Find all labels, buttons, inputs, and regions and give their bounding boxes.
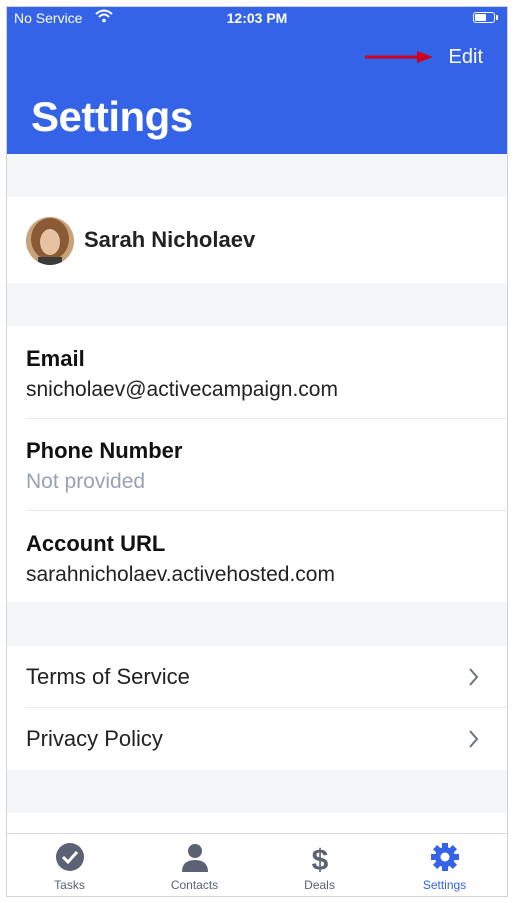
- tab-deals[interactable]: $ Deals: [257, 834, 382, 896]
- section-spacer: [7, 154, 507, 197]
- section-spacer: [7, 602, 507, 646]
- page-title: Settings: [31, 93, 193, 140]
- tab-bar: Tasks Contacts $ Deals Settings: [7, 833, 507, 896]
- terms-of-service-label: Terms of Service: [26, 664, 190, 689]
- divider: [26, 418, 507, 419]
- section-spacer: [7, 770, 507, 813]
- email-label: Email: [26, 346, 85, 371]
- tab-tasks[interactable]: Tasks: [7, 834, 132, 896]
- status-bar: No Service 12:03 PM: [7, 7, 507, 31]
- tab-contacts[interactable]: Contacts: [132, 834, 257, 896]
- dollar-icon: $: [311, 844, 328, 874]
- terms-of-service-row[interactable]: Terms of Service: [7, 646, 507, 707]
- tab-settings-label: Settings: [422, 878, 467, 892]
- phone-label: Phone Number: [26, 438, 183, 463]
- privacy-policy-label: Privacy Policy: [26, 726, 163, 751]
- tab-contacts-label: Contacts: [170, 878, 219, 892]
- tab-deals-label: Deals: [304, 878, 335, 892]
- links-card: Terms of Service Privacy Policy: [7, 646, 507, 770]
- profile-row[interactable]: Sarah Nicholaev: [7, 197, 507, 283]
- section-spacer: [7, 283, 507, 326]
- phone-item: Phone Number Not provided: [26, 438, 507, 494]
- email-item: Email snicholaev@activecampaign.com: [26, 346, 507, 402]
- check-circle-icon: [55, 843, 84, 871]
- divider: [26, 510, 507, 511]
- status-time: 12:03 PM: [226, 10, 288, 26]
- privacy-policy-row[interactable]: Privacy Policy: [7, 708, 507, 769]
- edit-button[interactable]: Edit: [449, 46, 483, 69]
- battery-icon: [473, 12, 498, 23]
- account-info-card: Email snicholaev@activecampaign.com Phon…: [7, 326, 507, 602]
- svg-text:$: $: [311, 844, 328, 874]
- annotation-arrow-icon: [365, 51, 433, 63]
- chevron-right-icon: [469, 668, 479, 686]
- tab-tasks-label: Tasks: [54, 878, 85, 892]
- person-icon: [181, 844, 208, 872]
- header-bar: No Service 12:03 PM Edit Settings: [7, 7, 507, 154]
- chevron-right-icon: [469, 730, 479, 748]
- account-url-value: sarahnicholaev.activehosted.com: [26, 563, 335, 586]
- avatar: [26, 217, 74, 265]
- account-url-label: Account URL: [26, 531, 166, 556]
- gear-icon: [430, 843, 459, 871]
- profile-name: Sarah Nicholaev: [84, 227, 256, 252]
- email-value: snicholaev@activecampaign.com: [26, 378, 338, 401]
- phone-screen: No Service 12:03 PM Edit Settings Sarah …: [6, 6, 508, 897]
- account-url-item: Account URL sarahnicholaev.activehosted.…: [26, 531, 507, 587]
- phone-value: Not provided: [26, 470, 146, 493]
- tab-settings[interactable]: Settings: [382, 834, 507, 896]
